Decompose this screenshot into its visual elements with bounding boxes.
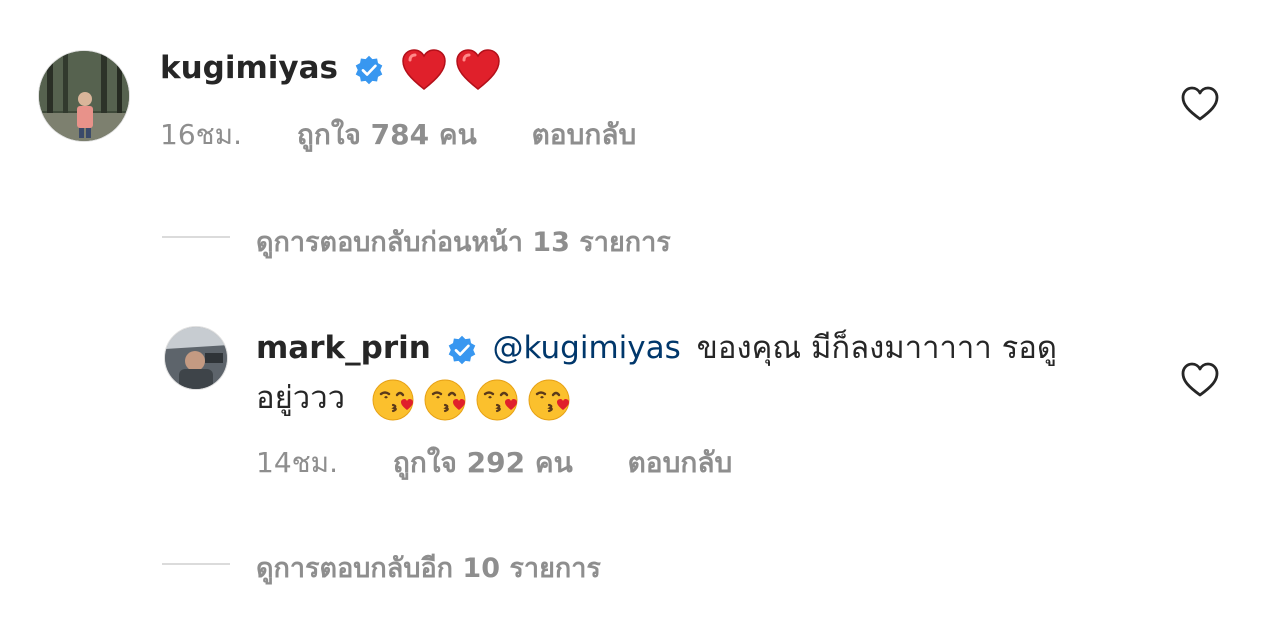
comment-likes[interactable]: ถูกใจ 292 คน [393,441,573,485]
view-previous-replies-button[interactable]: ดูการตอบกลับก่อนหน้า 13 รายการ [256,220,671,263]
profile-photo-icon [39,51,129,141]
red-heart-emoji-icon [401,48,446,90]
verified-badge-icon [355,55,383,84]
face-blowing-kiss-emoji-icon [424,379,466,420]
face-blowing-kiss-emoji-icon [528,379,570,420]
comment-row-kugimiyas: kugimiyas [160,46,500,91]
face-blowing-kiss-emoji-icon [476,379,518,420]
verified-badge-icon [448,335,475,364]
comment-text: ของคุณ มีก็ลงมาาาาา รอดู [696,330,1058,366]
comment-meta-kugimiyas: 16ชม. ถูกใจ 784 คน ตอบกลับ [160,113,636,157]
mention-link[interactable]: @kugimiyas [493,330,681,366]
like-heart-icon[interactable] [1180,84,1220,124]
replies-divider-line [162,563,230,565]
comment-time: 14ชม. [256,446,338,479]
profile-photo-icon [165,327,227,389]
comment-username[interactable]: mark_prin [256,330,431,366]
comment-username[interactable]: kugimiyas [160,50,338,86]
comment-likes[interactable]: ถูกใจ 784 คน [297,113,477,157]
like-heart-icon[interactable] [1180,360,1220,400]
comment-row-mark-prin: mark_prin @kugimiyas ของคุณ มีก็ลงมาาาาา… [256,326,1057,423]
comment-time: 16ชม. [160,118,242,151]
view-more-replies-button[interactable]: ดูการตอบกลับอีก 10 รายการ [256,546,601,589]
avatar-mark-prin[interactable] [164,326,228,390]
comment-text-continued: อยู่ววว [256,380,346,416]
face-blowing-kiss-emoji-icon [372,379,414,420]
comment-meta-mark-prin: 14ชม. ถูกใจ 292 คน ตอบกลับ [256,441,732,485]
comment-body: kugimiyas [160,46,500,91]
comment-body: mark_prin @kugimiyas ของคุณ มีก็ลงมาาาาา… [256,326,1057,370]
avatar-kugimiyas[interactable] [38,50,130,142]
red-heart-emoji-icon [455,48,500,90]
reply-button[interactable]: ตอบกลับ [628,441,733,485]
reply-button[interactable]: ตอบกลับ [532,113,637,157]
emoji-group [371,379,579,420]
replies-divider-line [162,236,230,238]
comment-body-line2: อยู่ววว [256,376,1057,423]
